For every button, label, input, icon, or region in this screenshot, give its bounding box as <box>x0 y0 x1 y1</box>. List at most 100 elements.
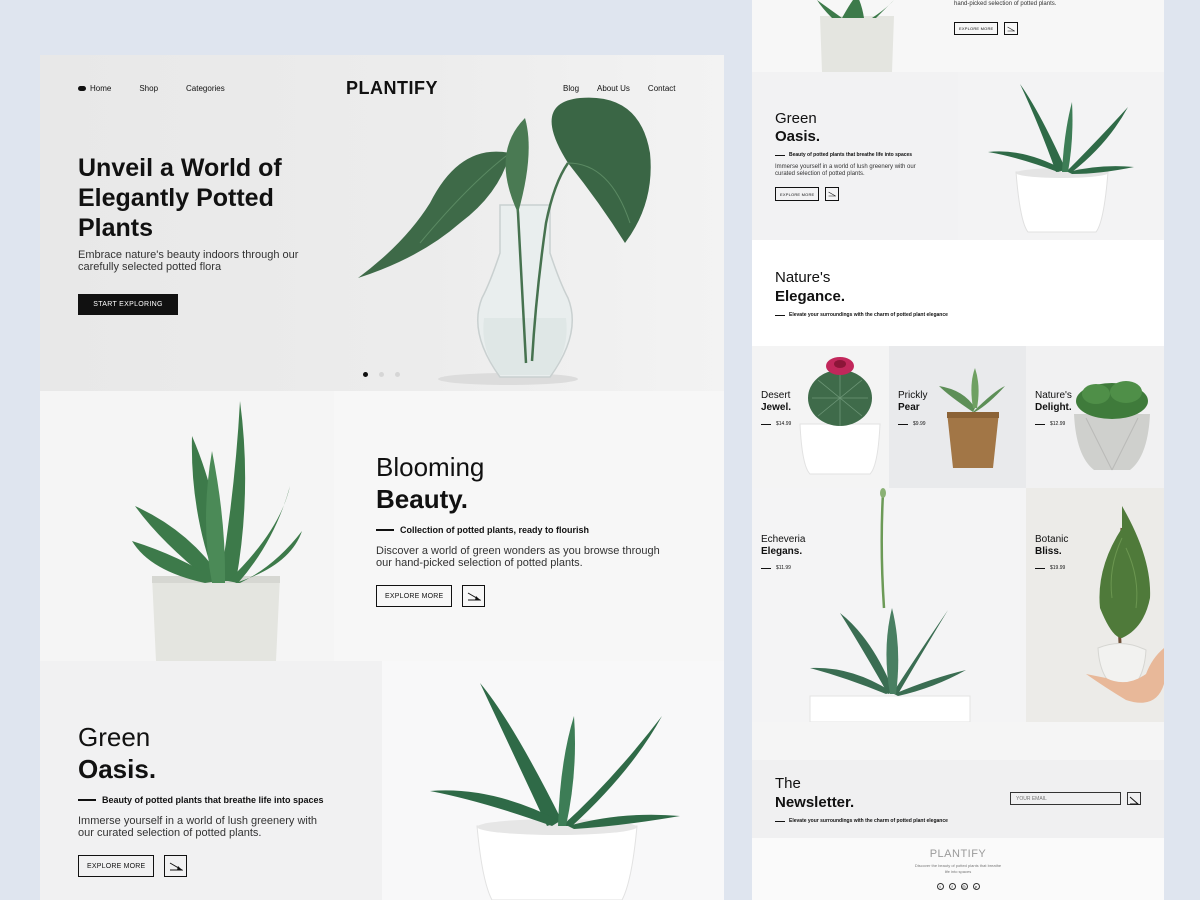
product-name-bold: Pear <box>898 402 920 413</box>
product-label: Prickly Pear $9.99 <box>898 390 927 430</box>
product-price: $11.99 <box>776 565 791 571</box>
oasis-title-bold: Oasis. <box>775 128 821 145</box>
pinterest-icon[interactable]: p <box>972 883 980 890</box>
product-name-bold: Elegans. <box>761 546 803 557</box>
product-label: Nature's Delight. $12.99 <box>1035 390 1072 430</box>
oasis-description: Immerse yourself in a world of lush gree… <box>78 815 318 839</box>
product-name-bold: Delight. <box>1035 402 1072 413</box>
carousel-dot-1[interactable] <box>363 372 368 377</box>
social-links: t f ◎ p <box>752 883 1164 890</box>
arrow-button[interactable] <box>164 855 188 877</box>
hero-section: Home Shop Categories PLANTIFY Blog About… <box>40 55 724 391</box>
natures-elegance-section: Nature's Elegance. Elevate your surround… <box>752 240 1164 346</box>
product-price: $14.99 <box>776 421 792 427</box>
blooming-tagline: Collection of potted plants, ready to fl… <box>400 525 590 535</box>
product-price-row: $19.99 <box>1035 562 1068 574</box>
snake-plant-image <box>382 661 724 900</box>
newsletter-title-light: The <box>775 775 801 792</box>
product-name-light: Nature's <box>1035 390 1072 401</box>
product-card[interactable]: Nature's Delight. $12.99 <box>1026 346 1164 488</box>
product-label: Botanic Bliss. $19.99 <box>1035 534 1068 574</box>
arrow-icon <box>1007 26 1016 31</box>
product-label: Echeveria Elegans. $11.99 <box>761 534 805 574</box>
dash-icon <box>775 154 785 156</box>
dash-icon <box>775 820 785 822</box>
dash-icon <box>1035 567 1045 569</box>
nature-tagline: Elevate your surroundings with the charm… <box>789 312 948 318</box>
product-card[interactable]: Desert Jewel. $14.99 <box>752 346 889 488</box>
blooming-text: Blooming Beauty. Collection of potted pl… <box>376 451 676 607</box>
nav-home-label: Home <box>90 84 112 93</box>
oasis-tagline: Beauty of potted plants that breathe lif… <box>102 795 324 805</box>
arrow-button[interactable] <box>462 585 486 607</box>
facebook-icon[interactable]: f <box>948 883 956 890</box>
right-top-actions: EXPLORE MORE <box>954 22 1019 35</box>
nav-about[interactable]: About Us <box>597 84 630 93</box>
product-price-row: $9.99 <box>898 418 927 430</box>
product-name-light: Botanic <box>1035 534 1069 545</box>
arrow-icon <box>169 862 183 870</box>
product-name-bold: Bliss. <box>1035 546 1062 557</box>
snake-plant-image <box>958 72 1164 240</box>
carousel-dots <box>363 372 400 377</box>
footer-text: Discover the beauty of potted plants tha… <box>914 863 1002 874</box>
oasis-title-bold: Oasis. <box>78 754 157 784</box>
arrow-icon <box>1129 796 1140 805</box>
nav-right: Blog About Us Contact <box>563 84 676 93</box>
nav-blog[interactable]: Blog <box>563 84 579 93</box>
product-price-row: $11.99 <box>761 562 805 574</box>
instagram-icon[interactable]: ◎ <box>960 883 968 890</box>
right-top-description: Discover a world of green wonders as you… <box>954 1 1057 7</box>
oasis-description: Immerse yourself in a world of lush gree… <box>775 164 916 177</box>
nav-shop[interactable]: Shop <box>139 84 158 93</box>
product-price: $19.99 <box>1050 565 1066 571</box>
footer-logo[interactable]: PLANTIFY <box>752 848 1164 860</box>
twitter-icon[interactable]: t <box>936 883 944 890</box>
oasis-tagline: Beauty of potted plants that breathe lif… <box>789 152 913 158</box>
product-price-row: $12.99 <box>1035 418 1072 430</box>
product-card[interactable]: Prickly Pear $9.99 <box>889 346 1026 488</box>
product-card[interactable]: Botanic Bliss. $19.99 <box>1026 488 1164 722</box>
dash-icon <box>1035 423 1045 425</box>
nav-home[interactable]: Home <box>78 84 111 93</box>
newsletter-title-bold: Newsletter. <box>775 794 855 811</box>
dash-icon <box>898 423 908 425</box>
bonsai-hand-image <box>1086 506 1164 703</box>
carousel-dot-3[interactable] <box>395 372 400 377</box>
landing-page-panel: Home Shop Categories PLANTIFY Blog About… <box>40 55 724 900</box>
product-name-light: Echeveria <box>761 534 806 545</box>
dash-icon <box>761 423 771 425</box>
arrow-button[interactable] <box>825 187 840 201</box>
right-oasis-section: Green Oasis. Beauty of potted plants tha… <box>752 72 1164 240</box>
explore-more-button[interactable]: EXPLORE MORE <box>954 22 999 35</box>
explore-more-button[interactable]: EXPLORE MORE <box>775 187 820 201</box>
oasis-actions: EXPLORE MORE <box>775 187 955 201</box>
nav-categories[interactable]: Categories <box>186 84 225 93</box>
explore-more-button[interactable]: EXPLORE MORE <box>78 855 155 877</box>
oasis-actions: EXPLORE MORE <box>78 855 378 877</box>
oasis-title-light: Green <box>775 110 817 127</box>
explore-more-button[interactable]: EXPLORE MORE <box>376 585 453 607</box>
nav-contact[interactable]: Contact <box>648 84 676 93</box>
vase-plant-image <box>358 97 651 385</box>
arrow-button[interactable] <box>1004 22 1019 35</box>
product-card[interactable]: Echeveria Elegans. $11.99 <box>752 488 1026 722</box>
newsletter-tagline-row: Elevate your surroundings with the charm… <box>775 818 948 824</box>
subscribe-button[interactable] <box>1127 792 1141 805</box>
product-name-light: Desert <box>761 390 791 401</box>
newsletter-tagline: Elevate your surroundings with the charm… <box>789 818 948 824</box>
oasis-tagline-row: Beauty of potted plants that breathe lif… <box>78 795 378 805</box>
product-name-bold: Jewel. <box>761 402 792 413</box>
oasis-text: Green Oasis. Beauty of potted plants tha… <box>78 721 378 877</box>
carousel-dot-2[interactable] <box>379 372 384 377</box>
product-price-row: $14.99 <box>761 418 791 430</box>
oasis-title-light: Green <box>78 722 151 752</box>
active-indicator-icon <box>78 86 86 91</box>
product-price: $9.99 <box>913 421 926 427</box>
start-exploring-button[interactable]: START EXPLORING <box>78 294 178 315</box>
oasis-tagline-row: Beauty of potted plants that breathe lif… <box>775 152 955 158</box>
blooming-actions: EXPLORE MORE <box>376 585 676 607</box>
aloe-plant-image <box>40 391 334 661</box>
blooming-tagline-row: Collection of potted plants, ready to fl… <box>376 525 676 535</box>
email-input[interactable] <box>1010 792 1121 805</box>
